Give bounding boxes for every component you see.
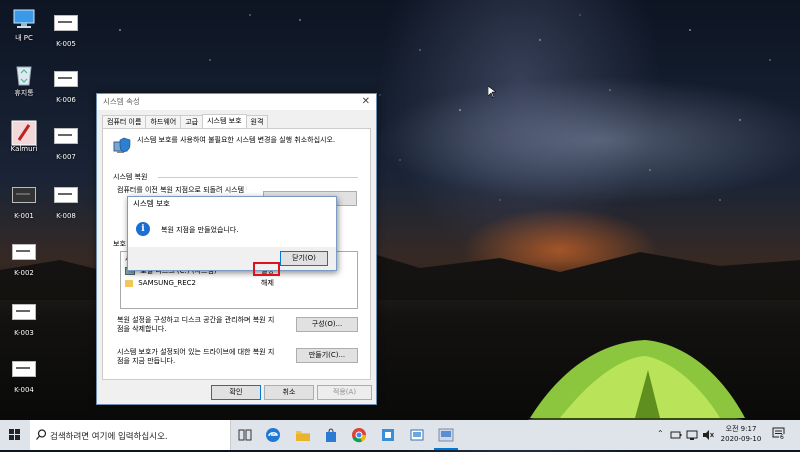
file-icon: [11, 361, 37, 383]
divider: [158, 177, 358, 178]
tab-strip: 컴퓨터 이름 하드웨어 고급 시스템 보호 원격: [102, 114, 269, 129]
folder-icon: [125, 279, 133, 287]
desktop-icon-label: K-002: [14, 269, 34, 277]
desktop-icon-label: Kalmuri: [10, 145, 38, 153]
drive-name: SAMSUNG_REC2: [138, 279, 196, 287]
desktop-icon-recycle-bin[interactable]: 휴지통: [0, 63, 48, 98]
recycle-bin-icon: [11, 63, 37, 86]
search-placeholder: 검색하려면 여기에 입력하십시오.: [50, 432, 168, 442]
file-icon: [53, 15, 79, 37]
desktop-icon-kalmuri[interactable]: Kalmuri: [0, 120, 48, 153]
taskbar: 검색하려면 여기에 입력하십시오. ⌃ 오전 9:17 2020-09-10 6: [0, 420, 800, 450]
notification-count: 6: [779, 434, 785, 441]
desktop-icon-label: K-007: [56, 153, 76, 161]
highlight-box: [253, 262, 280, 276]
desktop-icon-label: K-003: [14, 329, 34, 337]
create-description: 시스템 보호가 설정되어 있는 드라이브에 대한 복원 지점을 지금 만듭니다.: [117, 348, 275, 365]
create-button[interactable]: 만들기(C)...: [296, 348, 358, 363]
drive-row-samsung[interactable]: SAMSUNG_REC2: [125, 278, 196, 288]
info-icon: i: [136, 222, 150, 236]
close-icon[interactable]: ✕: [362, 96, 370, 107]
app-icon[interactable]: [380, 427, 396, 443]
search-icon: [36, 429, 47, 440]
system-protection-icon: [113, 137, 131, 153]
mouse-cursor-icon: [488, 86, 496, 98]
desktop-icon-k007[interactable]: K-007: [42, 124, 90, 161]
dialog-title: 시스템 보호: [133, 199, 170, 208]
desktop-icon-k006[interactable]: K-006: [42, 67, 90, 104]
desktop-icon-label: K-008: [56, 212, 76, 220]
glowing-tent: [525, 340, 745, 430]
desktop-icon-label: K-006: [56, 96, 76, 104]
drive-status: 해제: [261, 279, 274, 287]
tab-remote[interactable]: 원격: [245, 115, 269, 128]
chrome-icon[interactable]: [351, 427, 367, 443]
task-view-icon[interactable]: [237, 427, 253, 443]
tab-advanced[interactable]: 고급: [180, 115, 204, 128]
ok-button[interactable]: 확인: [211, 385, 261, 400]
file-icon: [11, 187, 37, 209]
file-icon: [11, 244, 37, 266]
dialog-message: 복원 지점을 만들었습니다.: [161, 226, 239, 234]
tab-hardware[interactable]: 하드웨어: [145, 115, 182, 128]
desktop-icon-label: 내 PC: [15, 34, 33, 42]
desktop-icon-k004[interactable]: K-004: [0, 357, 48, 394]
file-explorer-icon[interactable]: [295, 427, 311, 443]
kalmuri-app-icon: [11, 120, 37, 146]
window-title: 시스템 속성: [97, 94, 376, 110]
battery-icon[interactable]: [670, 429, 682, 441]
action-center-button[interactable]: 6: [772, 427, 786, 441]
app-icon[interactable]: [409, 427, 425, 443]
start-button[interactable]: [0, 420, 30, 450]
file-icon: [11, 304, 37, 326]
desktop-icon-label: K-005: [56, 40, 76, 48]
desktop-icon-this-pc[interactable]: 내 PC: [0, 8, 48, 43]
apply-button[interactable]: 적용(A): [317, 385, 372, 400]
store-icon[interactable]: [323, 427, 339, 443]
clock-date: 2020-09-10: [720, 435, 762, 443]
panel-description: 시스템 보호를 사용하여 불필요한 시스템 변경을 실행 취소하십시오.: [137, 136, 336, 144]
volume-mute-icon[interactable]: [702, 429, 714, 441]
desktop-icon-label: K-004: [14, 386, 34, 394]
restore-description: 컴퓨터를 이전 복원 지점으로 되돌려 시스템 변경...: [117, 186, 247, 194]
dialog-body: i 복원 지점을 만들었습니다.: [128, 211, 336, 247]
taskbar-search[interactable]: 검색하려면 여기에 입력하십시오.: [30, 420, 231, 450]
file-icon: [53, 128, 79, 150]
tab-system-protection[interactable]: 시스템 보호: [202, 114, 247, 129]
configure-button[interactable]: 구성(O)...: [296, 317, 358, 332]
network-icon[interactable]: [686, 429, 698, 441]
file-icon: [53, 187, 79, 209]
desktop-icon-k003[interactable]: K-003: [0, 300, 48, 337]
cancel-button[interactable]: 취소: [264, 385, 314, 400]
configure-description: 복원 설정을 구성하고 디스크 공간을 관리하며 복원 지점을 삭제합니다.: [117, 316, 275, 333]
desktop-icon-label: K-001: [14, 212, 34, 220]
this-pc-icon: [11, 8, 37, 30]
restore-group-label: 시스템 복원: [113, 173, 148, 181]
windows-logo-icon: [9, 429, 20, 440]
desktop-icon-k002[interactable]: K-002: [0, 240, 48, 277]
edge-browser-icon[interactable]: [265, 427, 281, 443]
system-properties-taskbar-icon[interactable]: [438, 427, 454, 443]
desktop-icon-k008[interactable]: K-008: [42, 183, 90, 220]
desktop-icon-k005[interactable]: K-005: [42, 11, 90, 48]
clock-time: 오전 9:17: [725, 425, 757, 433]
restore-point-created-dialog: 시스템 보호 i 복원 지점을 만들었습니다. 닫기(O): [127, 196, 337, 271]
dialog-footer: 닫기(O): [128, 247, 336, 270]
file-icon: [53, 71, 79, 93]
chevron-up-icon[interactable]: ⌃: [657, 429, 664, 438]
desktop-icon-label: 휴지통: [14, 89, 34, 97]
dialog-close-button[interactable]: 닫기(O): [280, 251, 328, 266]
tab-computer-name[interactable]: 컴퓨터 이름: [102, 115, 147, 128]
taskbar-clock[interactable]: 오전 9:17 2020-09-10: [717, 424, 765, 444]
desktop-icon-k001[interactable]: K-001: [0, 183, 48, 220]
